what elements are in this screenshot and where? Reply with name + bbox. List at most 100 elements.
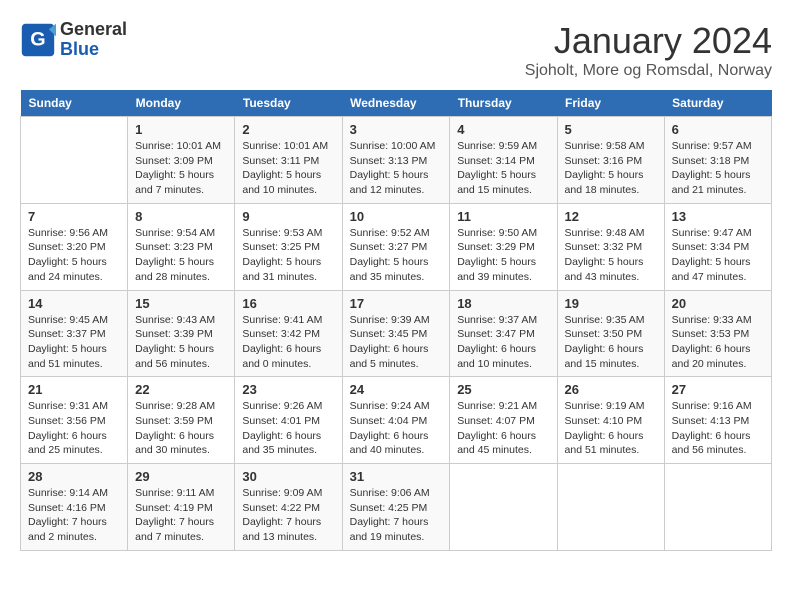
calendar-cell: 2 Sunrise: 10:01 AM Sunset: 3:11 PM Dayli…: [235, 117, 342, 204]
day-header-saturday: Saturday: [664, 90, 771, 117]
day-number: 27: [672, 382, 764, 397]
day-info: Sunrise: 10:01 AM Sunset: 3:11 PM Daylig…: [242, 139, 334, 198]
title-block: January 2024 Sjoholt, More og Romsdal, N…: [525, 20, 772, 80]
logo: G General Blue: [20, 20, 127, 60]
calendar-cell: 12Sunrise: 9:48 AM Sunset: 3:32 PM Dayli…: [557, 203, 664, 290]
day-info: Sunrise: 9:11 AM Sunset: 4:19 PM Dayligh…: [135, 486, 227, 545]
day-number: 13: [672, 209, 764, 224]
day-number: 6: [672, 122, 764, 137]
day-number: 9: [242, 209, 334, 224]
calendar-cell: [557, 464, 664, 551]
calendar-cell: 20 Sunrise: 9:33 AM Sunset: 3:53 PM Dayli…: [664, 290, 771, 377]
calendar-week-2: 7 Sunrise: 9:56 AM Sunset: 3:20 PM Daylig…: [21, 203, 772, 290]
day-number: 17: [350, 296, 443, 311]
day-info: Sunrise: 9:28 AM Sunset: 3:59 PM Dayligh…: [135, 399, 227, 458]
calendar-cell: 9 Sunrise: 9:53 AM Sunset: 3:25 PM Daylig…: [235, 203, 342, 290]
calendar-cell: 29 Sunrise: 9:11 AM Sunset: 4:19 PM Dayli…: [128, 464, 235, 551]
calendar-week-3: 14Sunrise: 9:45 AM Sunset: 3:37 PM Dayli…: [21, 290, 772, 377]
calendar-week-5: 28Sunrise: 9:14 AM Sunset: 4:16 PM Dayli…: [21, 464, 772, 551]
day-number: 2: [242, 122, 334, 137]
day-info: Sunrise: 9:43 AM Sunset: 3:39 PM Dayligh…: [135, 313, 227, 372]
day-number: 22: [135, 382, 227, 397]
calendar-cell: 16Sunrise: 9:41 AM Sunset: 3:42 PM Dayli…: [235, 290, 342, 377]
calendar-cell: 6 Sunrise: 9:57 AM Sunset: 3:18 PM Daylig…: [664, 117, 771, 204]
day-info: Sunrise: 9:39 AM Sunset: 3:45 PM Dayligh…: [350, 313, 443, 372]
day-header-thursday: Thursday: [450, 90, 557, 117]
day-info: Sunrise: 9:37 AM Sunset: 3:47 PM Dayligh…: [457, 313, 549, 372]
svg-text:G: G: [30, 28, 45, 50]
day-info: Sunrise: 9:53 AM Sunset: 3:25 PM Dayligh…: [242, 226, 334, 285]
day-info: Sunrise: 9:24 AM Sunset: 4:04 PM Dayligh…: [350, 399, 443, 458]
day-info: Sunrise: 9:58 AM Sunset: 3:16 PM Dayligh…: [565, 139, 657, 198]
day-info: Sunrise: 9:35 AM Sunset: 3:50 PM Dayligh…: [565, 313, 657, 372]
day-header-sunday: Sunday: [21, 90, 128, 117]
day-info: Sunrise: 9:57 AM Sunset: 3:18 PM Dayligh…: [672, 139, 764, 198]
day-number: 25: [457, 382, 549, 397]
calendar-week-4: 21 Sunrise: 9:31 AM Sunset: 3:56 PM Dayli…: [21, 377, 772, 464]
day-info: Sunrise: 9:09 AM Sunset: 4:22 PM Dayligh…: [242, 486, 334, 545]
calendar-cell: 3 Sunrise: 10:00 AM Sunset: 3:13 PM Dayli…: [342, 117, 450, 204]
logo-blue-text: Blue: [60, 40, 127, 60]
calendar-cell: 10 Sunrise: 9:52 AM Sunset: 3:27 PM Dayli…: [342, 203, 450, 290]
day-info: Sunrise: 9:50 AM Sunset: 3:29 PM Dayligh…: [457, 226, 549, 285]
day-info: Sunrise: 9:33 AM Sunset: 3:53 PM Dayligh…: [672, 313, 764, 372]
calendar-cell: 26 Sunrise: 9:19 AM Sunset: 4:10 PM Dayli…: [557, 377, 664, 464]
calendar-cell: 22 Sunrise: 9:28 AM Sunset: 3:59 PM Dayli…: [128, 377, 235, 464]
day-header-tuesday: Tuesday: [235, 90, 342, 117]
day-number: 21: [28, 382, 120, 397]
day-number: 8: [135, 209, 227, 224]
calendar-cell: 8 Sunrise: 9:54 AM Sunset: 3:23 PM Daylig…: [128, 203, 235, 290]
day-number: 15: [135, 296, 227, 311]
calendar-cell: 14Sunrise: 9:45 AM Sunset: 3:37 PM Dayli…: [21, 290, 128, 377]
logo-text: General Blue: [60, 20, 127, 60]
day-info: Sunrise: 9:56 AM Sunset: 3:20 PM Dayligh…: [28, 226, 120, 285]
day-number: 16: [242, 296, 334, 311]
day-info: Sunrise: 10:00 AM Sunset: 3:13 PM Daylig…: [350, 139, 443, 198]
day-number: 18: [457, 296, 549, 311]
day-number: 23: [242, 382, 334, 397]
day-header-friday: Friday: [557, 90, 664, 117]
day-info: Sunrise: 9:52 AM Sunset: 3:27 PM Dayligh…: [350, 226, 443, 285]
day-info: Sunrise: 9:31 AM Sunset: 3:56 PM Dayligh…: [28, 399, 120, 458]
day-info: Sunrise: 9:19 AM Sunset: 4:10 PM Dayligh…: [565, 399, 657, 458]
day-number: 10: [350, 209, 443, 224]
page-header: G General Blue January 2024 Sjoholt, Mor…: [20, 20, 772, 80]
calendar-cell: 24 Sunrise: 9:24 AM Sunset: 4:04 PM Dayli…: [342, 377, 450, 464]
day-number: 30: [242, 469, 334, 484]
day-info: Sunrise: 9:54 AM Sunset: 3:23 PM Dayligh…: [135, 226, 227, 285]
calendar-cell: 18 Sunrise: 9:37 AM Sunset: 3:47 PM Dayli…: [450, 290, 557, 377]
day-number: 3: [350, 122, 443, 137]
calendar-cell: 15 Sunrise: 9:43 AM Sunset: 3:39 PM Dayli…: [128, 290, 235, 377]
day-info: Sunrise: 9:26 AM Sunset: 4:01 PM Dayligh…: [242, 399, 334, 458]
calendar-cell: [21, 117, 128, 204]
calendar-cell: 7 Sunrise: 9:56 AM Sunset: 3:20 PM Daylig…: [21, 203, 128, 290]
logo-icon: G: [20, 22, 56, 58]
day-number: 7: [28, 209, 120, 224]
calendar-cell: 4Sunrise: 9:59 AM Sunset: 3:14 PM Daylig…: [450, 117, 557, 204]
day-info: Sunrise: 10:01 AM Sunset: 3:09 PM Daylig…: [135, 139, 227, 198]
day-number: 24: [350, 382, 443, 397]
day-number: 31: [350, 469, 443, 484]
calendar-cell: 5Sunrise: 9:58 AM Sunset: 3:16 PM Daylig…: [557, 117, 664, 204]
day-number: 11: [457, 209, 549, 224]
day-number: 29: [135, 469, 227, 484]
day-info: Sunrise: 9:21 AM Sunset: 4:07 PM Dayligh…: [457, 399, 549, 458]
day-number: 19: [565, 296, 657, 311]
calendar-week-1: 1 Sunrise: 10:01 AM Sunset: 3:09 PM Dayli…: [21, 117, 772, 204]
day-number: 14: [28, 296, 120, 311]
logo-general-text: General: [60, 20, 127, 40]
day-number: 1: [135, 122, 227, 137]
day-number: 26: [565, 382, 657, 397]
location-title: Sjoholt, More og Romsdal, Norway: [525, 62, 772, 80]
day-number: 4: [457, 122, 549, 137]
calendar-table: SundayMondayTuesdayWednesdayThursdayFrid…: [20, 90, 772, 551]
day-header-wednesday: Wednesday: [342, 90, 450, 117]
calendar-cell: 21 Sunrise: 9:31 AM Sunset: 3:56 PM Dayli…: [21, 377, 128, 464]
day-info: Sunrise: 9:47 AM Sunset: 3:34 PM Dayligh…: [672, 226, 764, 285]
calendar-cell: 13 Sunrise: 9:47 AM Sunset: 3:34 PM Dayli…: [664, 203, 771, 290]
day-number: 20: [672, 296, 764, 311]
day-info: Sunrise: 9:14 AM Sunset: 4:16 PM Dayligh…: [28, 486, 120, 545]
day-info: Sunrise: 9:06 AM Sunset: 4:25 PM Dayligh…: [350, 486, 443, 545]
calendar-cell: 1 Sunrise: 10:01 AM Sunset: 3:09 PM Dayli…: [128, 117, 235, 204]
calendar-cell: 25 Sunrise: 9:21 AM Sunset: 4:07 PM Dayli…: [450, 377, 557, 464]
